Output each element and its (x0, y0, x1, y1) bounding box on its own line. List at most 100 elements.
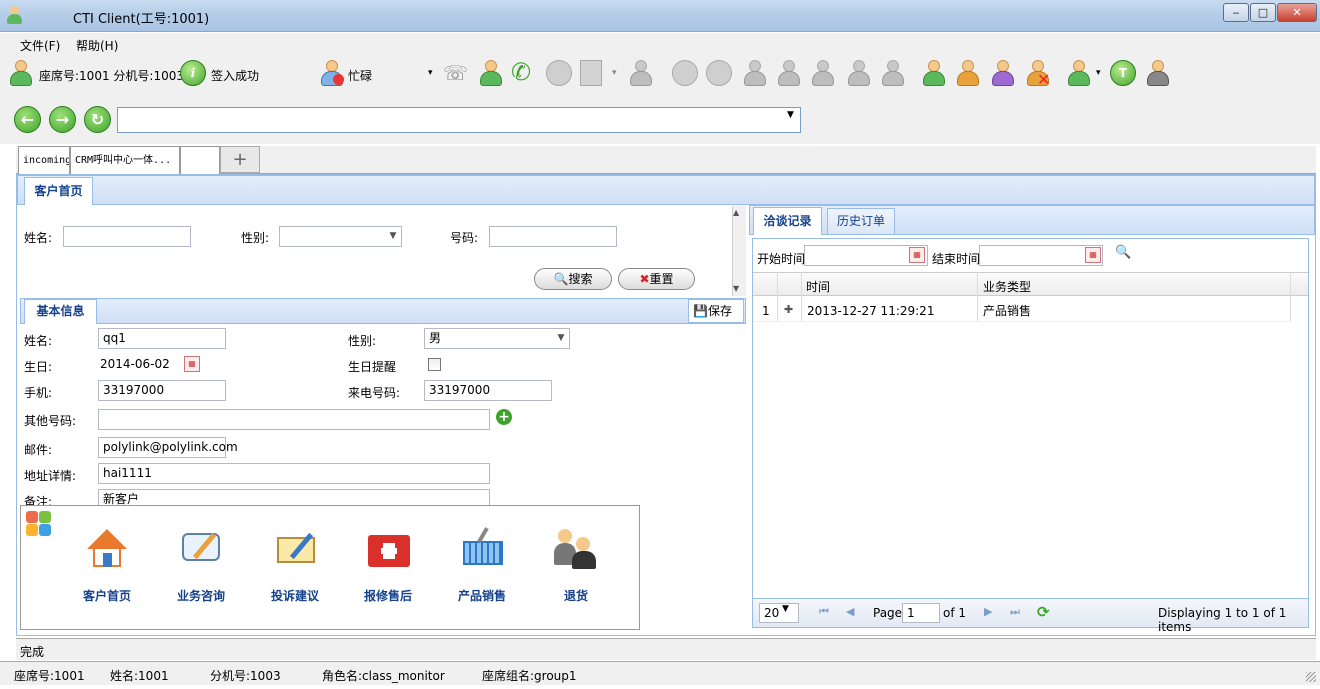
address-dropdown-icon[interactable]: ▼ (787, 110, 794, 120)
column-business-type[interactable]: 业务类型 (983, 278, 1031, 295)
webcam-agent-icon[interactable] (1145, 60, 1171, 88)
panel-title-tab[interactable]: 客户首页 (24, 177, 93, 205)
pause-icon[interactable] (672, 60, 698, 86)
mobile-label: 手机: (24, 386, 53, 400)
state-dropdown-icon[interactable]: ▾ (428, 68, 433, 78)
basic-info-tab[interactable]: 基本信息 (24, 299, 97, 324)
home-icon[interactable] (85, 527, 129, 571)
remark-input[interactable]: 新客户 (98, 489, 490, 505)
intercept-icon[interactable] (846, 60, 872, 88)
forward-icon[interactable]: → (49, 106, 76, 133)
resume-icon[interactable] (706, 60, 732, 86)
force-release-icon[interactable] (880, 60, 906, 88)
caller-number-label: 来电号码: (348, 386, 401, 400)
launcher-return[interactable]: 退货 (536, 587, 616, 604)
name-input[interactable]: qq1 (98, 328, 226, 349)
other-number-input[interactable] (98, 409, 490, 430)
tab-incoming[interactable]: incoming (18, 146, 70, 174)
scroll-down-icon[interactable]: ▼ (733, 284, 739, 293)
consult-chat-icon[interactable] (180, 527, 224, 571)
dial-icon[interactable]: ☏ (443, 60, 469, 86)
listen-icon[interactable] (776, 60, 802, 88)
answer-call-icon[interactable]: ✆ (511, 58, 539, 86)
add-tab-button[interactable]: + (220, 146, 260, 173)
menu-help[interactable]: 帮助(H) (76, 37, 118, 54)
expand-plus-icon[interactable]: ✚ (784, 303, 793, 316)
team-icon[interactable] (990, 60, 1016, 88)
refresh-icon[interactable]: ↻ (84, 106, 111, 133)
end-calendar-icon[interactable]: ▦ (1085, 247, 1101, 263)
launcher-complaint[interactable]: 投诉建议 (255, 587, 335, 604)
transfer-icon[interactable] (478, 60, 504, 88)
menu-bar (0, 33, 1320, 55)
save-button[interactable]: 💾保存 (688, 299, 744, 323)
agent-state[interactable]: 忙碌 (348, 67, 372, 84)
edit-agent-icon[interactable] (1066, 60, 1092, 88)
edit-dropdown-icon[interactable]: ▾ (1096, 68, 1101, 78)
search-number-input[interactable] (489, 226, 617, 247)
next-page-icon[interactable]: ▶ (984, 605, 992, 618)
search-scrollbar[interactable] (732, 206, 746, 296)
resize-grip-icon[interactable] (1306, 672, 1316, 682)
note-icon[interactable] (580, 60, 602, 86)
load-status: 完成 (20, 645, 45, 659)
records-search-icon[interactable]: 🔍 (1115, 245, 1131, 260)
gender-select[interactable]: 男 (424, 328, 570, 349)
reset-x-icon: ✖ (639, 272, 650, 286)
close-button[interactable]: ✕ (1277, 3, 1317, 22)
return-users-icon[interactable] (554, 527, 598, 571)
birthday-reminder-checkbox[interactable] (428, 358, 441, 371)
tab-chat-records[interactable]: 洽谈记录 (753, 207, 822, 235)
busy-agent-icon (319, 60, 345, 88)
launcher-sales[interactable]: 产品销售 (442, 587, 522, 604)
mobile-input[interactable]: 33197000 (98, 380, 226, 401)
minimize-button[interactable]: ‒ (1223, 3, 1249, 22)
launcher-customer-home[interactable]: 客户首页 (67, 587, 147, 604)
start-calendar-icon[interactable]: ▦ (909, 247, 925, 263)
launcher-repair[interactable]: 报修售后 (348, 587, 428, 604)
address-input[interactable] (117, 107, 801, 133)
birthday-calendar-icon[interactable]: ▦ (184, 356, 200, 372)
sales-basket-icon[interactable] (461, 527, 505, 571)
remove-agent-icon[interactable]: ✕ (1025, 60, 1051, 89)
email-input[interactable]: polylink@polylink.com (98, 437, 238, 458)
page-refresh-icon[interactable]: ⟳ (1037, 603, 1050, 621)
page-size-chevron-down-icon[interactable]: ▼ (782, 604, 789, 614)
maximize-button[interactable]: □ (1250, 3, 1276, 22)
complaint-mail-icon[interactable] (275, 527, 319, 571)
first-page-icon[interactable]: ⏮ (819, 605, 829, 619)
page-number-input[interactable]: 1 (902, 603, 940, 623)
page-size-select[interactable]: 20 (759, 603, 799, 623)
apps-grid-icon[interactable] (26, 511, 51, 536)
address-detail-input[interactable]: hai1111 (98, 463, 490, 484)
search-gender-select[interactable] (279, 226, 402, 247)
back-icon[interactable]: ← (14, 106, 41, 133)
app-person-icon (6, 6, 22, 24)
agent-status-icon[interactable] (921, 60, 947, 88)
search-button[interactable]: 🔍搜索 (534, 268, 612, 290)
prev-page-icon[interactable]: ◀ (846, 605, 854, 618)
consult-icon[interactable] (628, 60, 654, 88)
caller-number-input[interactable]: 33197000 (424, 380, 552, 401)
gender-chevron-down-icon[interactable]: ▼ (385, 227, 401, 246)
search-name-input[interactable] (63, 226, 191, 247)
note-dropdown-icon[interactable]: ▾ (612, 68, 617, 78)
text-message-icon[interactable]: T (1110, 60, 1136, 86)
hangup-icon[interactable] (546, 60, 572, 86)
group-icon[interactable] (955, 60, 981, 88)
conference-icon[interactable] (742, 60, 768, 88)
scroll-up-icon[interactable]: ▲ (733, 208, 739, 217)
last-page-icon[interactable]: ⏭ (1010, 605, 1020, 619)
add-number-plus-icon[interactable]: + (496, 409, 512, 425)
tab-order-history[interactable]: 历史订单 (827, 208, 895, 234)
gender-select-chevron-down-icon[interactable]: ▼ (553, 329, 569, 348)
repair-firstaid-icon[interactable] (368, 527, 412, 571)
menu-file[interactable]: 文件(F) (20, 37, 60, 54)
launcher-consulting[interactable]: 业务咨询 (161, 587, 241, 604)
tab-blank[interactable] (180, 146, 220, 174)
reset-button[interactable]: ✖重置 (618, 268, 695, 290)
column-time[interactable]: 时间 (806, 278, 830, 295)
tab-crm[interactable]: CRM呼叫中心一体... (70, 146, 180, 174)
whisper-icon[interactable] (810, 60, 836, 88)
status-bar (16, 638, 1316, 660)
